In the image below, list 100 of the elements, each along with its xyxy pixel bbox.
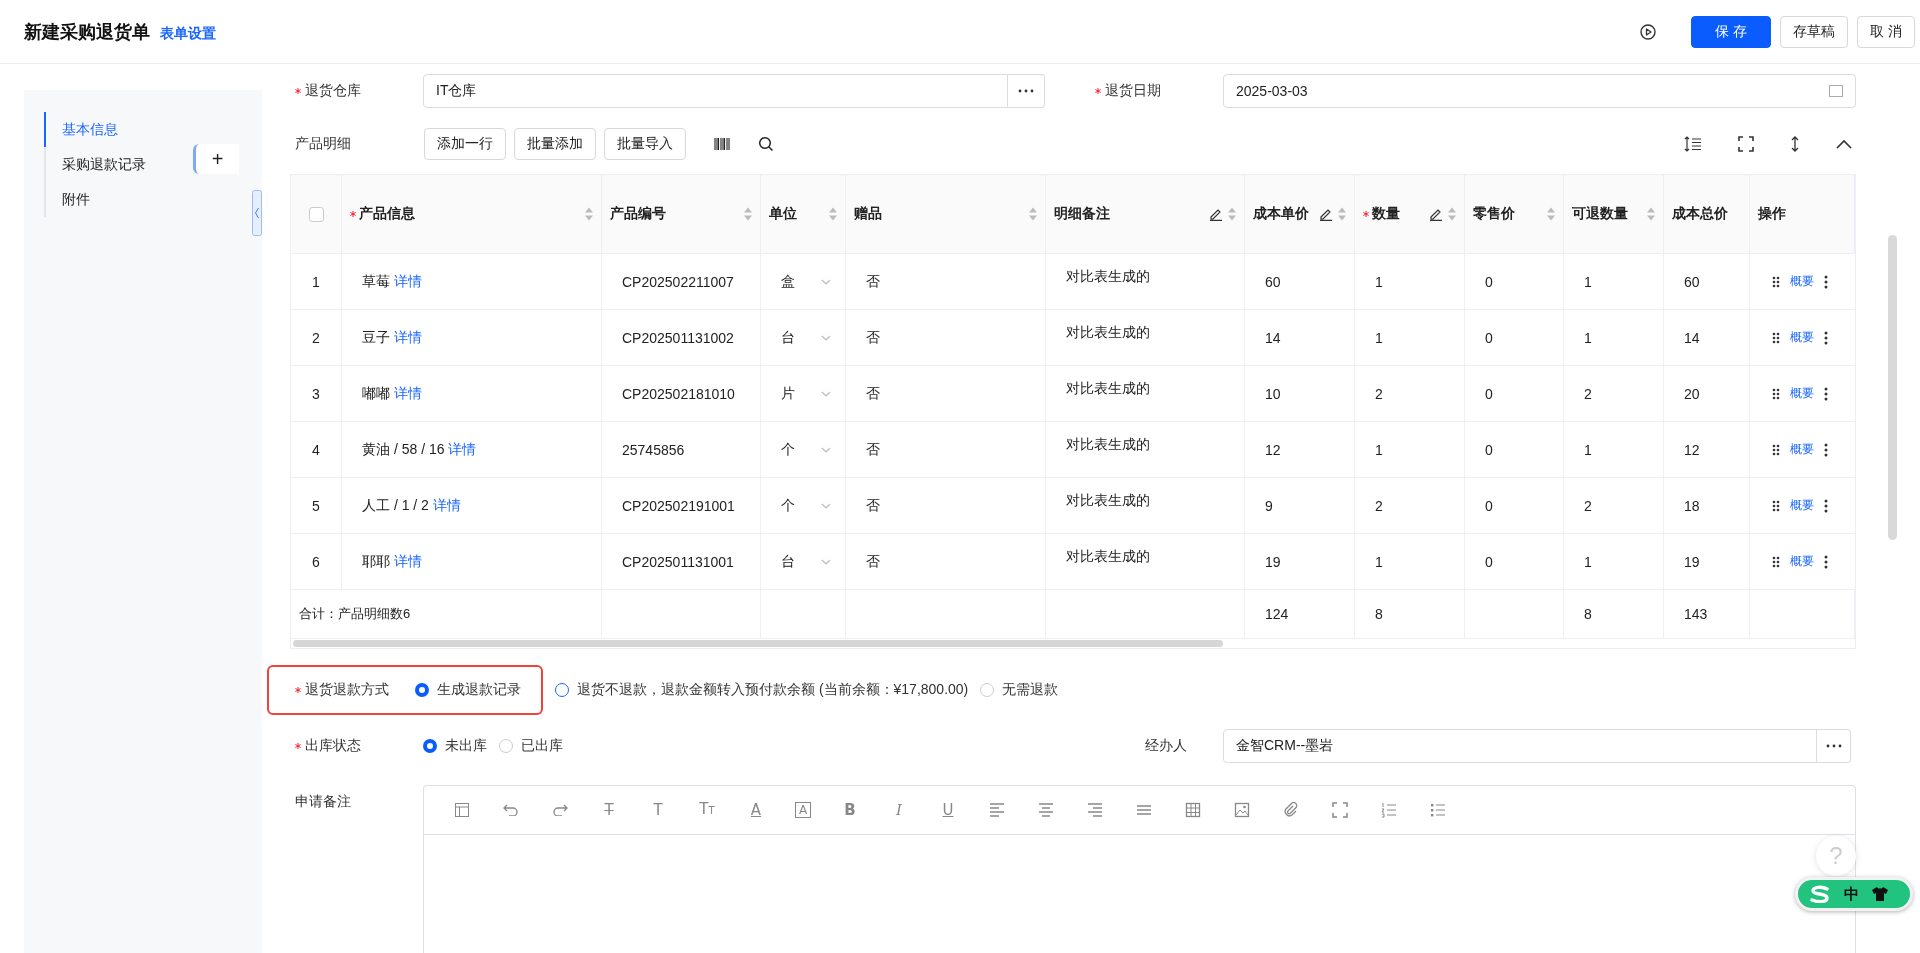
chevron-down-icon[interactable] <box>821 390 831 397</box>
more-icon[interactable] <box>1824 386 1828 401</box>
search-icon[interactable] <box>758 136 774 152</box>
drag-handle-icon[interactable] <box>1772 555 1780 568</box>
scrollbar-thumb[interactable] <box>293 640 1223 647</box>
summary-link[interactable]: 概要 <box>1790 553 1814 570</box>
radio-option[interactable]: 未出库 <box>423 737 487 755</box>
sort-icon[interactable] <box>585 207 593 221</box>
product-name: 嘟嘟 <box>362 384 390 403</box>
image-icon[interactable] <box>1232 802 1252 818</box>
radio-option[interactable]: 无需退款 <box>980 681 1059 699</box>
summary-link[interactable]: 概要 <box>1790 497 1814 514</box>
chevron-down-icon[interactable] <box>821 558 831 565</box>
chevron-down-icon[interactable] <box>821 334 831 341</box>
drag-handle-icon[interactable] <box>1772 331 1780 344</box>
more-icon[interactable] <box>1824 330 1828 345</box>
table-cell: 对比表生成的 <box>1046 310 1245 365</box>
format-icon[interactable]: B <box>840 801 860 819</box>
sort-icon[interactable] <box>829 207 837 221</box>
toolbar-button[interactable]: 批量添加 <box>514 128 596 160</box>
table-cell: 9 <box>1245 478 1355 533</box>
justify-icon[interactable] <box>1134 803 1154 817</box>
detail-link[interactable]: 详情 <box>394 328 422 347</box>
more-icon[interactable] <box>1824 442 1828 457</box>
sidebar-item[interactable]: 采购退款记录 <box>44 147 146 182</box>
radio-option[interactable]: 已出库 <box>499 737 563 755</box>
sort-icon[interactable] <box>1647 207 1655 221</box>
redo-icon[interactable] <box>550 804 570 816</box>
format-icon[interactable]: T <box>648 801 668 819</box>
more-icon[interactable] <box>1824 554 1828 569</box>
play-icon[interactable] <box>1640 23 1657 40</box>
collapse-handle[interactable] <box>252 190 262 236</box>
product-name: 草莓 <box>362 272 390 291</box>
save-button[interactable]: 保 存 <box>1691 15 1772 48</box>
summary-link[interactable]: 概要 <box>1790 329 1814 346</box>
pencil-icon[interactable] <box>1209 207 1223 221</box>
checkbox[interactable] <box>308 206 324 222</box>
undo-icon[interactable] <box>501 804 521 816</box>
summary-link[interactable]: 概要 <box>1790 273 1814 290</box>
sort-icon[interactable] <box>1228 207 1236 221</box>
format-icon[interactable]: I <box>889 801 909 819</box>
chevron-down-icon[interactable] <box>821 278 831 285</box>
table-cell: 20 <box>1664 366 1750 421</box>
bullet-list-icon[interactable] <box>1428 802 1448 818</box>
drag-handle-icon[interactable] <box>1772 387 1780 400</box>
format-icon[interactable]: U <box>938 801 958 819</box>
sort-icon[interactable] <box>1338 207 1346 221</box>
warehouse-field[interactable]: IT仓库 <box>423 74 1008 108</box>
radio-option[interactable]: 退货不退款，退款金额转入预付款余额 (当前余额：¥17,800.00) <box>555 681 969 699</box>
sort-icon[interactable] <box>1029 207 1037 221</box>
more-icon[interactable] <box>1824 274 1828 289</box>
align-left-icon[interactable] <box>987 803 1007 817</box>
format-icon[interactable]: TT <box>697 800 717 820</box>
detail-link[interactable]: 详情 <box>448 440 477 459</box>
chevron-down-icon[interactable] <box>821 502 831 509</box>
sidebar-item[interactable]: 附件 <box>44 182 146 217</box>
detail-link[interactable]: 详情 <box>432 496 461 515</box>
pencil-icon[interactable] <box>1319 207 1333 221</box>
add-button[interactable]: + <box>193 144 239 174</box>
format-icon[interactable]: A <box>795 802 811 818</box>
format-icon[interactable]: T <box>599 801 619 819</box>
toolbar-button[interactable]: 批量导入 <box>604 128 686 160</box>
format-icon[interactable]: A <box>746 801 766 819</box>
summary-link[interactable]: 概要 <box>1790 441 1814 458</box>
sort-icon[interactable] <box>1547 207 1555 221</box>
barcode-icon[interactable] <box>714 137 730 151</box>
chevron-down-icon[interactable] <box>821 446 831 453</box>
header-button[interactable]: 取 消 <box>1857 15 1915 48</box>
detail-link[interactable]: 详情 <box>394 272 422 291</box>
align-center-icon[interactable] <box>1036 803 1056 817</box>
table-cell: 18 <box>1664 478 1750 533</box>
more-icon[interactable] <box>1824 498 1828 513</box>
sort-icon[interactable] <box>1448 207 1456 221</box>
date-field[interactable]: 2025-03-03 <box>1223 74 1856 108</box>
sidebar-item[interactable]: 基本信息 <box>44 112 146 147</box>
shirt-icon[interactable] <box>1871 886 1889 902</box>
scrollbar-thumb[interactable] <box>1888 235 1897 540</box>
collapse-icon[interactable] <box>1836 139 1852 149</box>
radio-option[interactable]: 生成退款记录 <box>415 681 521 699</box>
drag-handle-icon[interactable] <box>1772 443 1780 456</box>
sort-icon[interactable] <box>744 207 752 221</box>
toolbar-button[interactable]: 添加一行 <box>424 128 506 160</box>
drag-handle-icon[interactable] <box>1772 499 1780 512</box>
language-indicator[interactable]: 中 <box>1844 884 1859 904</box>
detail-link[interactable]: 详情 <box>394 552 422 571</box>
summary-link[interactable]: 概要 <box>1790 385 1814 402</box>
table-cell: 对比表生成的 <box>1046 366 1245 421</box>
handler-field[interactable]: 金智CRM--墨岩 <box>1223 729 1817 763</box>
header-button[interactable]: 存草稿 <box>1780 15 1849 48</box>
vertical-arrows-icon[interactable] <box>1790 136 1800 152</box>
detail-link[interactable]: 详情 <box>394 384 422 403</box>
form-settings-link[interactable]: 表单设置 <box>160 24 216 43</box>
table-icon[interactable] <box>1183 802 1203 818</box>
drag-handle-icon[interactable] <box>1772 275 1780 288</box>
pencil-icon[interactable] <box>1429 207 1443 221</box>
fullscreen-icon[interactable] <box>1738 136 1754 152</box>
layout-icon[interactable] <box>452 802 472 818</box>
input-method-toolbar[interactable]: 中 <box>1795 877 1913 911</box>
align-right-icon[interactable] <box>1085 803 1105 817</box>
row-height-icon[interactable] <box>1684 136 1702 152</box>
